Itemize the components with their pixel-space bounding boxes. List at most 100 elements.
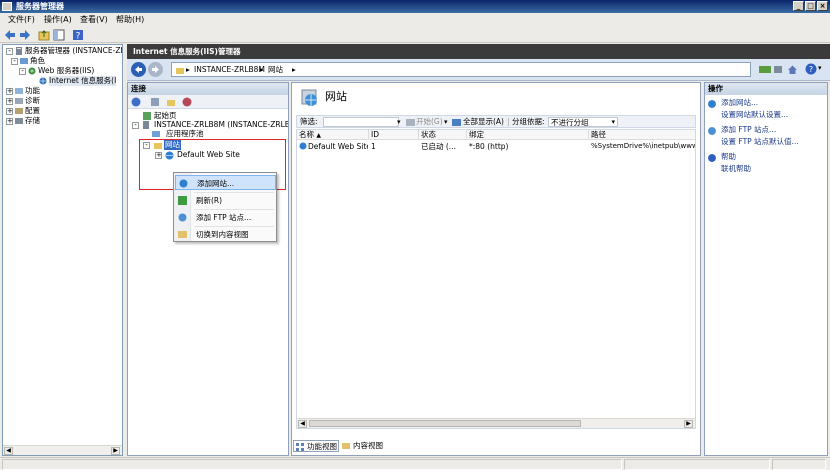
forward-arrow-icon[interactable] (19, 29, 31, 41)
add-website-icon (179, 179, 188, 188)
breadcrumb[interactable]: ▸ INSTANCE-ZRLB8M ▸ 网站 ▸ (171, 62, 751, 77)
breadcrumb-server[interactable]: INSTANCE-ZRLB8M (194, 65, 265, 75)
tree-item-roles[interactable]: 角色 (30, 56, 45, 66)
main-toolbar: ? (0, 27, 830, 43)
tree-item-diagnostics[interactable]: 诊断 (25, 96, 40, 106)
window-title-bar[interactable]: 服务器管理器 _ □ × (0, 0, 830, 13)
cell-name: Default Web Site (308, 142, 368, 151)
col-header-binding[interactable]: 绑定 (467, 130, 589, 140)
start-dropdown-icon[interactable]: ▾ (444, 117, 448, 127)
scroll-thumb[interactable] (309, 420, 581, 427)
menu-file[interactable]: 文件(F) (8, 15, 35, 25)
help-circle-icon[interactable]: ? (805, 63, 817, 75)
network-icon[interactable] (759, 65, 771, 74)
up-icon[interactable] (166, 97, 176, 107)
tree-item-configuration[interactable]: 配置 (25, 106, 40, 116)
content-view-icon (178, 231, 187, 238)
grid-hscrollbar[interactable]: ◀ ▶ (297, 418, 695, 428)
expand-icon[interactable]: + (155, 152, 162, 159)
connect-icon[interactable] (131, 97, 141, 107)
help-icon[interactable]: ? (72, 29, 84, 41)
expand-icon[interactable]: + (6, 118, 13, 125)
svg-text:?: ? (809, 65, 813, 74)
ctx-add-website[interactable]: 添加网站... (175, 175, 276, 190)
view-tabs: 功能视图 内容视图 (291, 438, 701, 454)
tree-item-web-server[interactable]: Web 服务器(IIS) (38, 66, 94, 76)
connections-title: 连接 (131, 84, 146, 93)
start-page-icon (143, 112, 151, 120)
action-add-website[interactable]: 添加网站... (721, 98, 758, 108)
left-tree-hscrollbar[interactable]: ◀ ▶ (3, 445, 122, 455)
collapse-icon[interactable]: - (132, 122, 139, 129)
conn-app-pools[interactable]: 应用程序池 (166, 129, 204, 139)
breadcrumb-separator: ▸ (292, 65, 296, 74)
col-header-path[interactable]: 路径 (589, 130, 695, 140)
col-header-status[interactable]: 状态 (419, 130, 467, 140)
back-circle-icon[interactable] (131, 62, 146, 77)
window-title: 服务器管理器 (16, 2, 64, 11)
server-icon (16, 47, 22, 55)
roles-icon (20, 58, 28, 64)
filter-dropdown-icon[interactable]: ▾ (397, 117, 401, 127)
home-icon[interactable] (787, 64, 798, 75)
up-folder-icon[interactable] (38, 29, 50, 41)
tree-item-storage[interactable]: 存储 (25, 116, 40, 126)
col-header-name[interactable]: 名称 ▲ (297, 130, 369, 140)
action-add-ftp[interactable]: 添加 FTP 站点... (721, 125, 776, 135)
close-icon[interactable]: × (817, 1, 828, 11)
tree-item-iis-manager[interactable]: Internet 信息服务(I (49, 76, 117, 86)
filter-input[interactable] (323, 117, 399, 127)
help-dropdown-icon[interactable]: ▾ (818, 64, 822, 72)
expand-icon[interactable]: + (6, 108, 13, 115)
expand-icon[interactable]: + (6, 98, 13, 105)
save-icon[interactable] (150, 97, 160, 107)
conn-default-web-site[interactable]: Default Web Site (177, 150, 240, 160)
features-view-icon (296, 443, 304, 451)
forward-circle-icon[interactable] (148, 62, 163, 77)
disconnect-icon[interactable] (182, 97, 192, 107)
show-hide-tree-icon[interactable] (53, 29, 65, 41)
group-by-select[interactable]: 不进行分组 ▾ (548, 117, 618, 127)
go-icon (406, 119, 415, 126)
scroll-left-icon[interactable]: ◀ (298, 420, 307, 428)
filter-bar: 筛选: ▾ 开始(G) ▾ 全部显示(A) | 分组依据: 不进行分组 ▾ (296, 115, 696, 128)
col-header-id[interactable]: ID (369, 130, 419, 140)
menu-help[interactable]: 帮助(H) (116, 15, 144, 25)
collapse-icon[interactable]: - (19, 68, 26, 75)
actions-panel: 操作 添加网站... 设置网站默认设置... 添加 FTP 站点... 设置 F… (704, 82, 828, 456)
collapse-icon[interactable]: - (143, 142, 150, 149)
back-arrow-icon[interactable] (4, 29, 16, 41)
scroll-right-icon[interactable]: ▶ (684, 420, 693, 428)
app-pools-icon (152, 131, 160, 137)
action-site-defaults[interactable]: 设置网站默认设置... (721, 110, 788, 120)
scroll-left-icon[interactable]: ◀ (4, 447, 13, 455)
action-ftp-defaults[interactable]: 设置 FTP 站点默认值... (721, 137, 799, 147)
features-icon (15, 88, 23, 94)
tree-item-features[interactable]: 功能 (25, 86, 40, 96)
stop-icon[interactable] (773, 65, 783, 74)
ctx-add-ftp-site[interactable]: 添加 FTP 站点... (175, 210, 276, 225)
ctx-add-ftp-label: 添加 FTP 站点... (196, 213, 252, 222)
action-online-help[interactable]: 联机帮助 (721, 164, 751, 174)
collapse-icon[interactable]: - (6, 48, 13, 55)
scroll-right-icon[interactable]: ▶ (111, 447, 120, 455)
breadcrumb-sites[interactable]: 网站 (268, 65, 283, 75)
action-help[interactable]: 帮助 (721, 152, 736, 162)
ctx-content-view[interactable]: 切换到内容视图 (175, 227, 276, 242)
maximize-icon[interactable]: □ (805, 1, 816, 11)
minimize-icon[interactable]: _ (793, 1, 804, 11)
collapse-icon[interactable]: - (11, 58, 18, 65)
tree-root[interactable]: 服务器管理器 (INSTANCE-ZRLB8) (25, 46, 122, 56)
conn-sites[interactable]: 网站 (164, 140, 181, 150)
filter-start-button[interactable]: 开始(G) (416, 117, 443, 127)
status-bar (0, 457, 830, 470)
menu-action[interactable]: 操作(A) (44, 15, 72, 25)
tab-content-view[interactable]: 内容视图 (340, 440, 386, 452)
filter-show-all-button[interactable]: 全部显示(A) (463, 117, 504, 127)
menu-view[interactable]: 查看(V) (80, 15, 108, 25)
ctx-refresh[interactable]: 刷新(R) (175, 193, 276, 208)
iis-header: Internet 信息服务(IIS)管理器 (127, 44, 830, 59)
context-menu: 添加网站... 刷新(R) 添加 FTP 站点... 切换到内容视图 (173, 172, 277, 242)
expand-icon[interactable]: + (6, 88, 13, 95)
tab-features-view[interactable]: 功能视图 (293, 440, 339, 452)
